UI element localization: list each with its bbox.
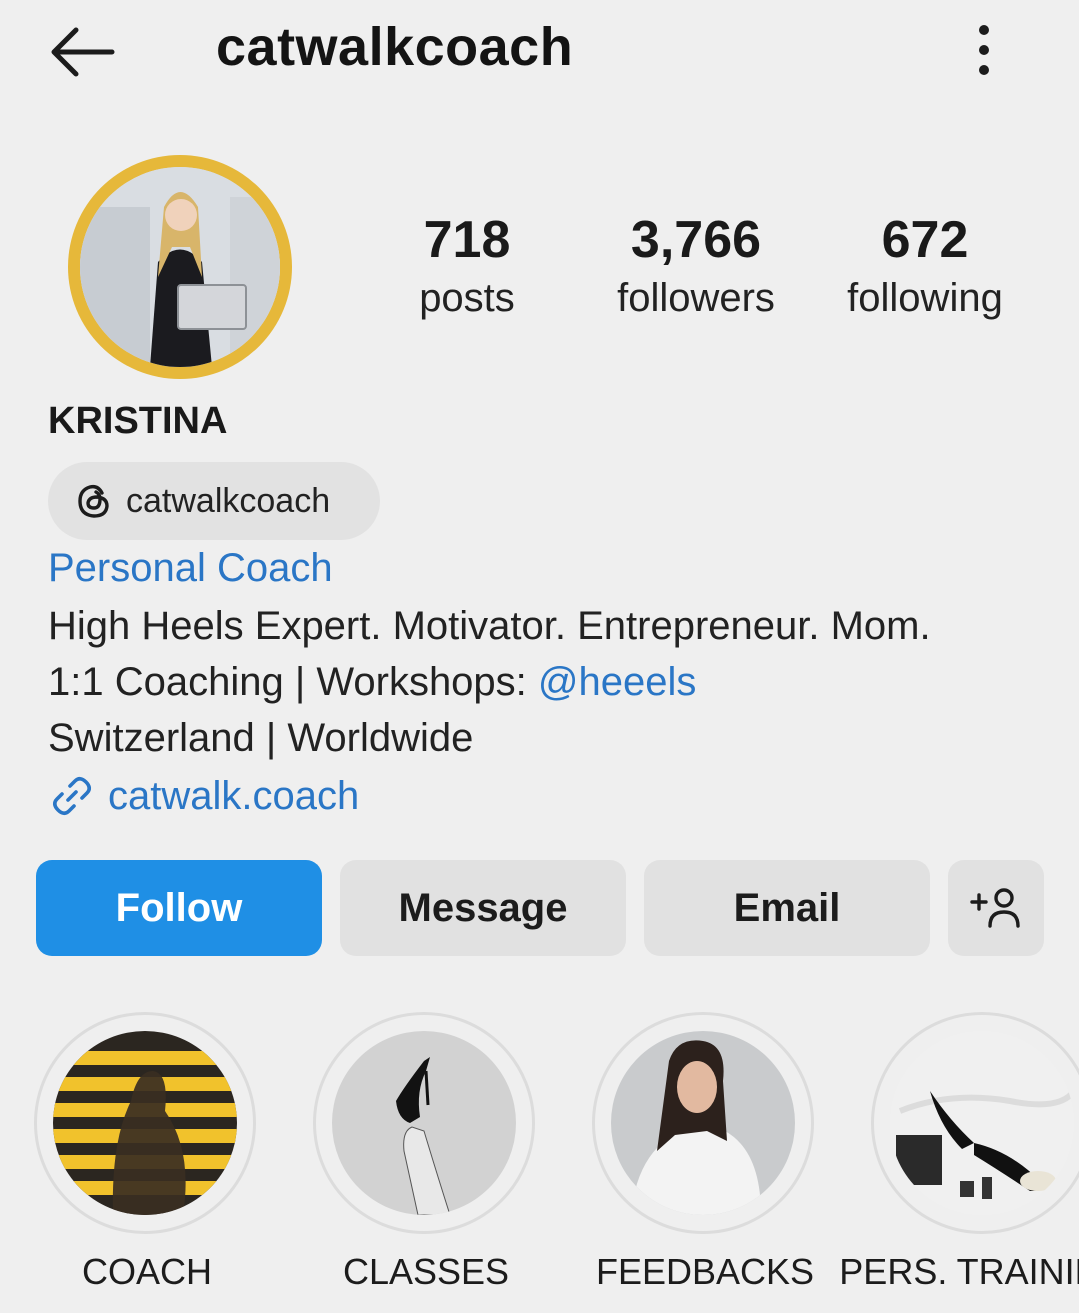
stat-posts[interactable]: 718 posts — [362, 208, 572, 322]
more-vertical-icon — [979, 25, 989, 75]
highlight-image — [53, 1031, 237, 1215]
following-count: 672 — [881, 211, 969, 269]
message-button[interactable]: Message — [340, 860, 626, 956]
posts-label: posts — [419, 276, 515, 320]
email-button[interactable]: Email — [644, 860, 930, 956]
avatar[interactable] — [80, 167, 280, 367]
highlight-ring: CLASSES — [313, 1012, 535, 1292]
bio-line-3: Switzerland | Worldwide — [48, 716, 474, 760]
highlight-ring: PERS. TRAINING — [839, 1012, 1079, 1292]
highlight-ring: FEEDBACKS — [592, 1012, 814, 1292]
highlight-image — [332, 1031, 516, 1215]
website-link[interactable]: catwalk.coach — [48, 772, 359, 820]
mention-link[interactable]: @heeels — [538, 660, 696, 704]
page-title: catwalkcoach — [216, 17, 574, 77]
highlight-label: PERS. TRAINING — [839, 1251, 1079, 1292]
followers-count: 3,766 — [630, 211, 762, 269]
posts-count: 718 — [423, 211, 511, 269]
profile-category: Personal Coach — [48, 546, 333, 590]
stat-following[interactable]: 672 following — [820, 208, 1030, 322]
followers-label: followers — [617, 276, 775, 320]
link-icon — [52, 776, 92, 816]
bio-line-1: High Heels Expert. Motivator. Entreprene… — [48, 604, 931, 648]
more-options-button[interactable] — [962, 20, 1006, 80]
highlight-coach[interactable]: COACH — [34, 1012, 258, 1292]
highlight-image — [611, 1031, 795, 1215]
highlight-classes[interactable]: CLASSES — [313, 1012, 537, 1292]
highlight-image — [890, 1031, 1074, 1215]
highlight-ring: COACH — [34, 1012, 256, 1292]
arrow-left-icon — [51, 27, 115, 77]
suggested-users-button[interactable] — [948, 860, 1044, 956]
threads-icon — [78, 484, 109, 518]
avatar-image — [80, 167, 280, 367]
add-person-icon — [970, 888, 1020, 928]
back-button[interactable] — [46, 20, 122, 84]
following-label: following — [847, 276, 1003, 320]
bio-line-2: 1:1 Coaching | Workshops: @heeels — [48, 660, 696, 705]
stat-followers[interactable]: 3,766 followers — [591, 208, 801, 322]
website-link-text: catwalk.coach — [108, 773, 360, 818]
highlight-label: FEEDBACKS — [595, 1251, 815, 1292]
highlight-label: COACH — [81, 1251, 212, 1292]
bio-line-2-text: 1:1 Coaching | Workshops: — [48, 660, 538, 704]
threads-badge[interactable]: catwalkcoach — [48, 462, 380, 540]
profile-name: KRISTINA — [48, 400, 228, 442]
highlight-personal-training[interactable]: PERS. TRAINING — [839, 1012, 1079, 1292]
highlight-feedbacks[interactable]: FEEDBACKS — [592, 1012, 816, 1292]
highlight-label: CLASSES — [342, 1251, 510, 1292]
follow-button[interactable]: Follow — [36, 860, 322, 956]
threads-handle: catwalkcoach — [126, 481, 331, 520]
